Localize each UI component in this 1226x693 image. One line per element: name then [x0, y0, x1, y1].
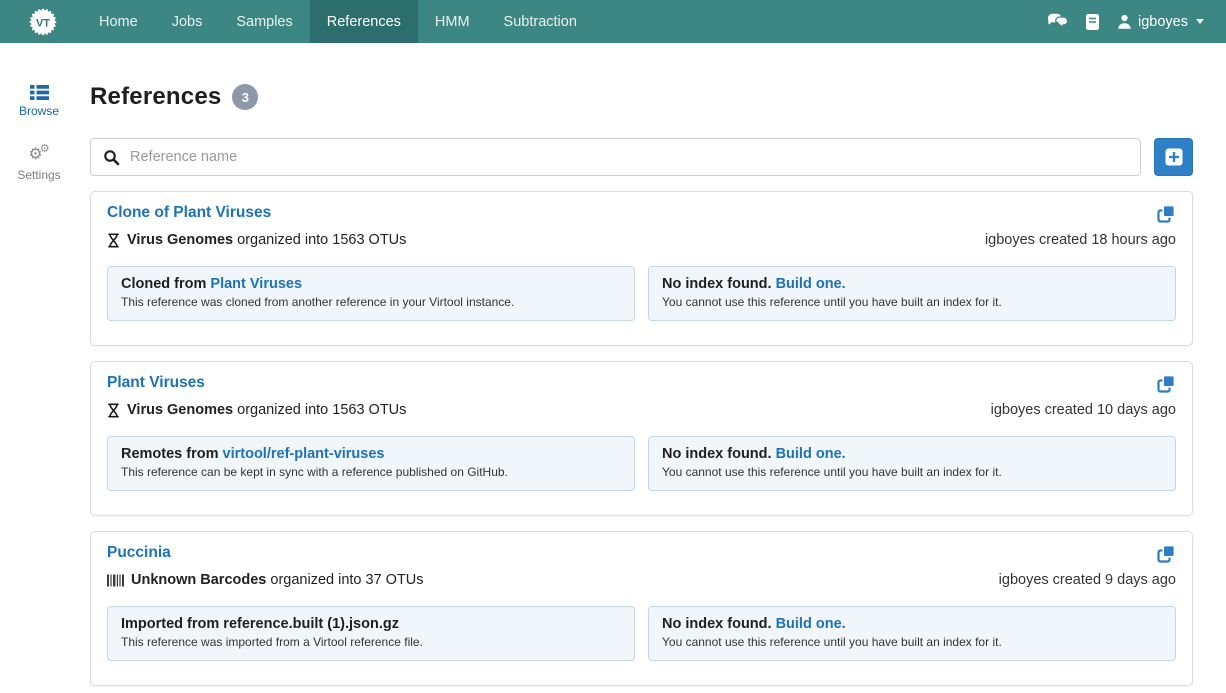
sidebar-item-settings[interactable]: ⚙⚙ Settings — [0, 143, 78, 182]
nav-item-home[interactable]: Home — [82, 0, 155, 43]
data-type: Virus Genomes — [127, 232, 233, 248]
origin-label: Remotes from — [121, 446, 223, 462]
nav-item-hmm[interactable]: HMM — [418, 0, 487, 43]
reference-card: Plant Viruses Virus Gen — [90, 361, 1193, 516]
reference-card: Puccinia — [90, 531, 1193, 686]
search-icon — [103, 149, 120, 166]
index-panel: No index found. Build one. You cannot us… — [648, 436, 1176, 491]
origin-link[interactable]: Plant Viruses — [210, 276, 302, 292]
origin-panel: Remotes from virtool/ref-plant-viruses T… — [107, 436, 635, 491]
index-panel: No index found. Build one. You cannot us… — [648, 266, 1176, 321]
origin-description: This reference was imported from a Virto… — [121, 635, 621, 649]
created-text: igboyes created 18 hours ago — [985, 232, 1176, 248]
index-description: You cannot use this reference until you … — [662, 635, 1162, 649]
create-reference-button[interactable] — [1154, 138, 1193, 176]
log-icon[interactable] — [1085, 13, 1100, 31]
sidebar-label-settings: Settings — [0, 168, 78, 182]
barcode-icon — [107, 574, 124, 587]
otu-count-text: organized into 37 OTUs — [266, 572, 423, 588]
virtool-logo-text: VT — [36, 17, 50, 29]
virtool-logo[interactable]: VT — [28, 0, 58, 43]
navbar: VT Home Jobs Samples References HMM Subt… — [0, 0, 1226, 43]
reference-name-link[interactable]: Puccinia — [107, 544, 171, 562]
reference-name-link[interactable]: Plant Viruses — [107, 374, 205, 392]
index-label: No index found. — [662, 446, 776, 462]
origin-link[interactable]: virtool/ref-plant-viruses — [223, 446, 385, 462]
origin-description: This reference was cloned from another r… — [121, 295, 621, 309]
index-label: No index found. — [662, 616, 776, 632]
dna-icon — [107, 233, 120, 248]
nav-item-references[interactable]: References — [310, 0, 418, 43]
clone-icon[interactable] — [1156, 374, 1176, 394]
dna-icon — [107, 403, 120, 418]
origin-label: Cloned from — [121, 276, 210, 292]
reference-count-badge: 3 — [232, 84, 258, 110]
clone-icon[interactable] — [1156, 204, 1176, 224]
origin-description: This reference can be kept in sync with … — [121, 465, 621, 479]
caret-down-icon — [1196, 19, 1204, 24]
index-description: You cannot use this reference until you … — [662, 465, 1162, 479]
reference-card: Clone of Plant Viruses — [90, 191, 1193, 346]
sidebar-item-browse[interactable]: Browse — [0, 85, 78, 118]
build-index-link[interactable]: Build one. — [776, 446, 846, 462]
clone-icon[interactable] — [1156, 544, 1176, 564]
search-input[interactable] — [130, 149, 1128, 165]
origin-panel: Cloned from Plant Viruses This reference… — [107, 266, 635, 321]
username: igboyes — [1138, 14, 1188, 30]
nav-item-samples[interactable]: Samples — [219, 0, 309, 43]
data-type: Virus Genomes — [127, 402, 233, 418]
search-box — [90, 138, 1141, 176]
sidebar-label-browse: Browse — [0, 104, 78, 118]
chat-icon[interactable] — [1047, 13, 1068, 30]
gears-icon: ⚙⚙ — [28, 146, 49, 163]
data-type: Unknown Barcodes — [131, 572, 266, 588]
list-icon — [30, 85, 49, 100]
created-text: igboyes created 10 days ago — [991, 402, 1176, 418]
index-description: You cannot use this reference until you … — [662, 295, 1162, 309]
user-icon — [1117, 14, 1132, 29]
index-panel: No index found. Build one. You cannot us… — [648, 606, 1176, 661]
index-label: No index found. — [662, 276, 776, 292]
build-index-link[interactable]: Build one. — [776, 616, 846, 632]
user-menu[interactable]: igboyes — [1117, 14, 1204, 30]
build-index-link[interactable]: Build one. — [776, 276, 846, 292]
otu-count-text: organized into 1563 OTUs — [233, 232, 406, 248]
page-title: References — [90, 83, 221, 111]
created-text: igboyes created 9 days ago — [999, 572, 1176, 588]
nav-item-jobs[interactable]: Jobs — [155, 0, 220, 43]
reference-name-link[interactable]: Clone of Plant Viruses — [107, 204, 271, 222]
main-nav: Home Jobs Samples References HMM Subtrac… — [82, 0, 594, 43]
origin-panel: Imported from reference.built (1).json.g… — [107, 606, 635, 661]
otu-count-text: organized into 1563 OTUs — [233, 402, 406, 418]
sidebar: Browse ⚙⚙ Settings — [0, 43, 78, 686]
nav-item-subtraction[interactable]: Subtraction — [487, 0, 594, 43]
plus-square-icon — [1164, 147, 1184, 167]
origin-label: Imported from reference.built (1).json.g… — [121, 616, 399, 632]
